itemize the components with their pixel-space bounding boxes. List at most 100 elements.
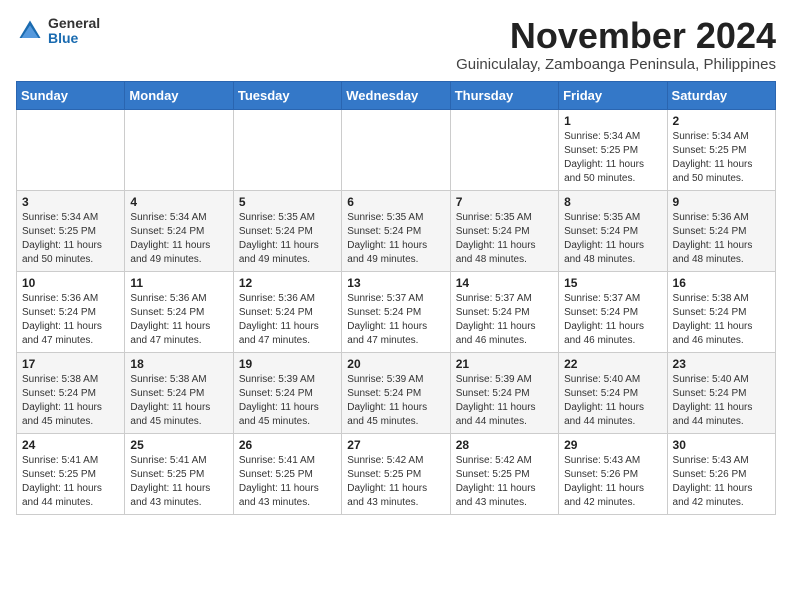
- calendar-cell: 7 Sunrise: 5:35 AM Sunset: 5:24 PM Daylig…: [450, 190, 558, 271]
- calendar-header-sunday: Sunday: [17, 81, 125, 109]
- day-number: 11: [130, 276, 227, 290]
- calendar-table: SundayMondayTuesdayWednesdayThursdayFrid…: [16, 81, 776, 515]
- day-number: 20: [347, 357, 444, 371]
- day-number: 24: [22, 438, 119, 452]
- calendar-cell: 27 Sunrise: 5:42 AM Sunset: 5:25 PM Dayli…: [342, 433, 450, 514]
- calendar-cell: [450, 109, 558, 190]
- day-info: Sunrise: 5:35 AM Sunset: 5:24 PM Dayligh…: [347, 211, 444, 267]
- calendar-cell: 4 Sunrise: 5:34 AM Sunset: 5:24 PM Daylig…: [125, 190, 233, 271]
- calendar-cell: [342, 109, 450, 190]
- title-area: November 2024 Guiniculalay, Zamboanga Pe…: [456, 16, 776, 73]
- calendar-cell: 1 Sunrise: 5:34 AM Sunset: 5:25 PM Daylig…: [559, 109, 667, 190]
- calendar-cell: 24 Sunrise: 5:41 AM Sunset: 5:25 PM Dayli…: [17, 433, 125, 514]
- day-number: 12: [239, 276, 336, 290]
- day-info: Sunrise: 5:34 AM Sunset: 5:25 PM Dayligh…: [22, 211, 119, 267]
- calendar-cell: 28 Sunrise: 5:42 AM Sunset: 5:25 PM Dayli…: [450, 433, 558, 514]
- calendar-header-saturday: Saturday: [667, 81, 775, 109]
- calendar-week-row: 3Sunrise: 5:34 AM Sunset: 5:25 PM Daylig…: [17, 190, 776, 271]
- day-info: Sunrise: 5:39 AM Sunset: 5:24 PM Dayligh…: [239, 373, 336, 429]
- calendar-header-friday: Friday: [559, 81, 667, 109]
- day-info: Sunrise: 5:41 AM Sunset: 5:25 PM Dayligh…: [22, 454, 119, 510]
- calendar-cell: 20 Sunrise: 5:39 AM Sunset: 5:24 PM Dayli…: [342, 352, 450, 433]
- day-number: 18: [130, 357, 227, 371]
- calendar-header-tuesday: Tuesday: [233, 81, 341, 109]
- day-info: Sunrise: 5:35 AM Sunset: 5:24 PM Dayligh…: [456, 211, 553, 267]
- calendar-cell: 30Sunrise: 5:43 AM Sunset: 5:26 PM Dayli…: [667, 433, 775, 514]
- day-number: 16: [673, 276, 770, 290]
- day-number: 17: [22, 357, 119, 371]
- day-info: Sunrise: 5:36 AM Sunset: 5:24 PM Dayligh…: [673, 211, 770, 267]
- day-info: Sunrise: 5:35 AM Sunset: 5:24 PM Dayligh…: [239, 211, 336, 267]
- day-number: 21: [456, 357, 553, 371]
- day-number: 10: [22, 276, 119, 290]
- calendar-cell: 26 Sunrise: 5:41 AM Sunset: 5:25 PM Dayli…: [233, 433, 341, 514]
- calendar-cell: 11 Sunrise: 5:36 AM Sunset: 5:24 PM Dayli…: [125, 271, 233, 352]
- calendar-cell: 12Sunrise: 5:36 AM Sunset: 5:24 PM Dayli…: [233, 271, 341, 352]
- day-number: 23: [673, 357, 770, 371]
- day-number: 7: [456, 195, 553, 209]
- day-info: Sunrise: 5:34 AM Sunset: 5:24 PM Dayligh…: [130, 211, 227, 267]
- day-number: 9: [673, 195, 770, 209]
- day-number: 2: [673, 114, 770, 128]
- day-number: 5: [239, 195, 336, 209]
- calendar-cell: 2 Sunrise: 5:34 AM Sunset: 5:25 PM Daylig…: [667, 109, 775, 190]
- day-number: 27: [347, 438, 444, 452]
- day-number: 19: [239, 357, 336, 371]
- day-number: 26: [239, 438, 336, 452]
- logo-blue-text: Blue: [48, 31, 100, 46]
- day-info: Sunrise: 5:35 AM Sunset: 5:24 PM Dayligh…: [564, 211, 661, 267]
- day-info: Sunrise: 5:40 AM Sunset: 5:24 PM Dayligh…: [673, 373, 770, 429]
- day-info: Sunrise: 5:39 AM Sunset: 5:24 PM Dayligh…: [347, 373, 444, 429]
- day-number: 30: [673, 438, 770, 452]
- calendar-cell: 10 Sunrise: 5:36 AM Sunset: 5:24 PM Dayli…: [17, 271, 125, 352]
- calendar-cell: 8Sunrise: 5:35 AM Sunset: 5:24 PM Daylig…: [559, 190, 667, 271]
- day-info: Sunrise: 5:41 AM Sunset: 5:25 PM Dayligh…: [130, 454, 227, 510]
- day-info: Sunrise: 5:39 AM Sunset: 5:24 PM Dayligh…: [456, 373, 553, 429]
- logo-icon: [16, 17, 44, 45]
- calendar-cell: 9 Sunrise: 5:36 AM Sunset: 5:24 PM Daylig…: [667, 190, 775, 271]
- day-info: Sunrise: 5:38 AM Sunset: 5:24 PM Dayligh…: [673, 292, 770, 348]
- day-info: Sunrise: 5:37 AM Sunset: 5:24 PM Dayligh…: [347, 292, 444, 348]
- calendar-cell: [17, 109, 125, 190]
- day-number: 28: [456, 438, 553, 452]
- calendar-cell: 25 Sunrise: 5:41 AM Sunset: 5:25 PM Dayli…: [125, 433, 233, 514]
- day-number: 22: [564, 357, 661, 371]
- location-subtitle: Guiniculalay, Zamboanga Peninsula, Phili…: [456, 56, 776, 73]
- day-info: Sunrise: 5:34 AM Sunset: 5:25 PM Dayligh…: [673, 130, 770, 186]
- day-info: Sunrise: 5:42 AM Sunset: 5:25 PM Dayligh…: [347, 454, 444, 510]
- month-title: November 2024: [456, 16, 776, 56]
- day-number: 1: [564, 114, 661, 128]
- calendar-cell: 29Sunrise: 5:43 AM Sunset: 5:26 PM Dayli…: [559, 433, 667, 514]
- logo-text: General Blue: [48, 16, 100, 47]
- calendar-cell: 23 Sunrise: 5:40 AM Sunset: 5:24 PM Dayli…: [667, 352, 775, 433]
- day-info: Sunrise: 5:34 AM Sunset: 5:25 PM Dayligh…: [564, 130, 661, 186]
- day-number: 25: [130, 438, 227, 452]
- day-info: Sunrise: 5:36 AM Sunset: 5:24 PM Dayligh…: [130, 292, 227, 348]
- day-number: 4: [130, 195, 227, 209]
- calendar-header-thursday: Thursday: [450, 81, 558, 109]
- calendar-cell: 18 Sunrise: 5:38 AM Sunset: 5:24 PM Dayli…: [125, 352, 233, 433]
- calendar-cell: 13 Sunrise: 5:37 AM Sunset: 5:24 PM Dayli…: [342, 271, 450, 352]
- day-number: 15: [564, 276, 661, 290]
- header: General Blue November 2024 Guiniculalay,…: [16, 16, 776, 73]
- calendar-week-row: 24 Sunrise: 5:41 AM Sunset: 5:25 PM Dayli…: [17, 433, 776, 514]
- calendar-cell: 16 Sunrise: 5:38 AM Sunset: 5:24 PM Dayli…: [667, 271, 775, 352]
- calendar-cell: 21 Sunrise: 5:39 AM Sunset: 5:24 PM Dayli…: [450, 352, 558, 433]
- calendar-cell: [125, 109, 233, 190]
- day-info: Sunrise: 5:37 AM Sunset: 5:24 PM Dayligh…: [564, 292, 661, 348]
- calendar-cell: 19 Sunrise: 5:39 AM Sunset: 5:24 PM Dayli…: [233, 352, 341, 433]
- calendar-cell: 14 Sunrise: 5:37 AM Sunset: 5:24 PM Dayli…: [450, 271, 558, 352]
- day-info: Sunrise: 5:42 AM Sunset: 5:25 PM Dayligh…: [456, 454, 553, 510]
- calendar-header-wednesday: Wednesday: [342, 81, 450, 109]
- day-info: Sunrise: 5:37 AM Sunset: 5:24 PM Dayligh…: [456, 292, 553, 348]
- day-info: Sunrise: 5:38 AM Sunset: 5:24 PM Dayligh…: [130, 373, 227, 429]
- day-number: 14: [456, 276, 553, 290]
- day-info: Sunrise: 5:41 AM Sunset: 5:25 PM Dayligh…: [239, 454, 336, 510]
- calendar-week-row: 1 Sunrise: 5:34 AM Sunset: 5:25 PM Daylig…: [17, 109, 776, 190]
- logo-general-text: General: [48, 16, 100, 31]
- day-number: 13: [347, 276, 444, 290]
- calendar-cell: 3Sunrise: 5:34 AM Sunset: 5:25 PM Daylig…: [17, 190, 125, 271]
- calendar-cell: [233, 109, 341, 190]
- calendar-cell: 5 Sunrise: 5:35 AM Sunset: 5:24 PM Daylig…: [233, 190, 341, 271]
- day-info: Sunrise: 5:36 AM Sunset: 5:24 PM Dayligh…: [22, 292, 119, 348]
